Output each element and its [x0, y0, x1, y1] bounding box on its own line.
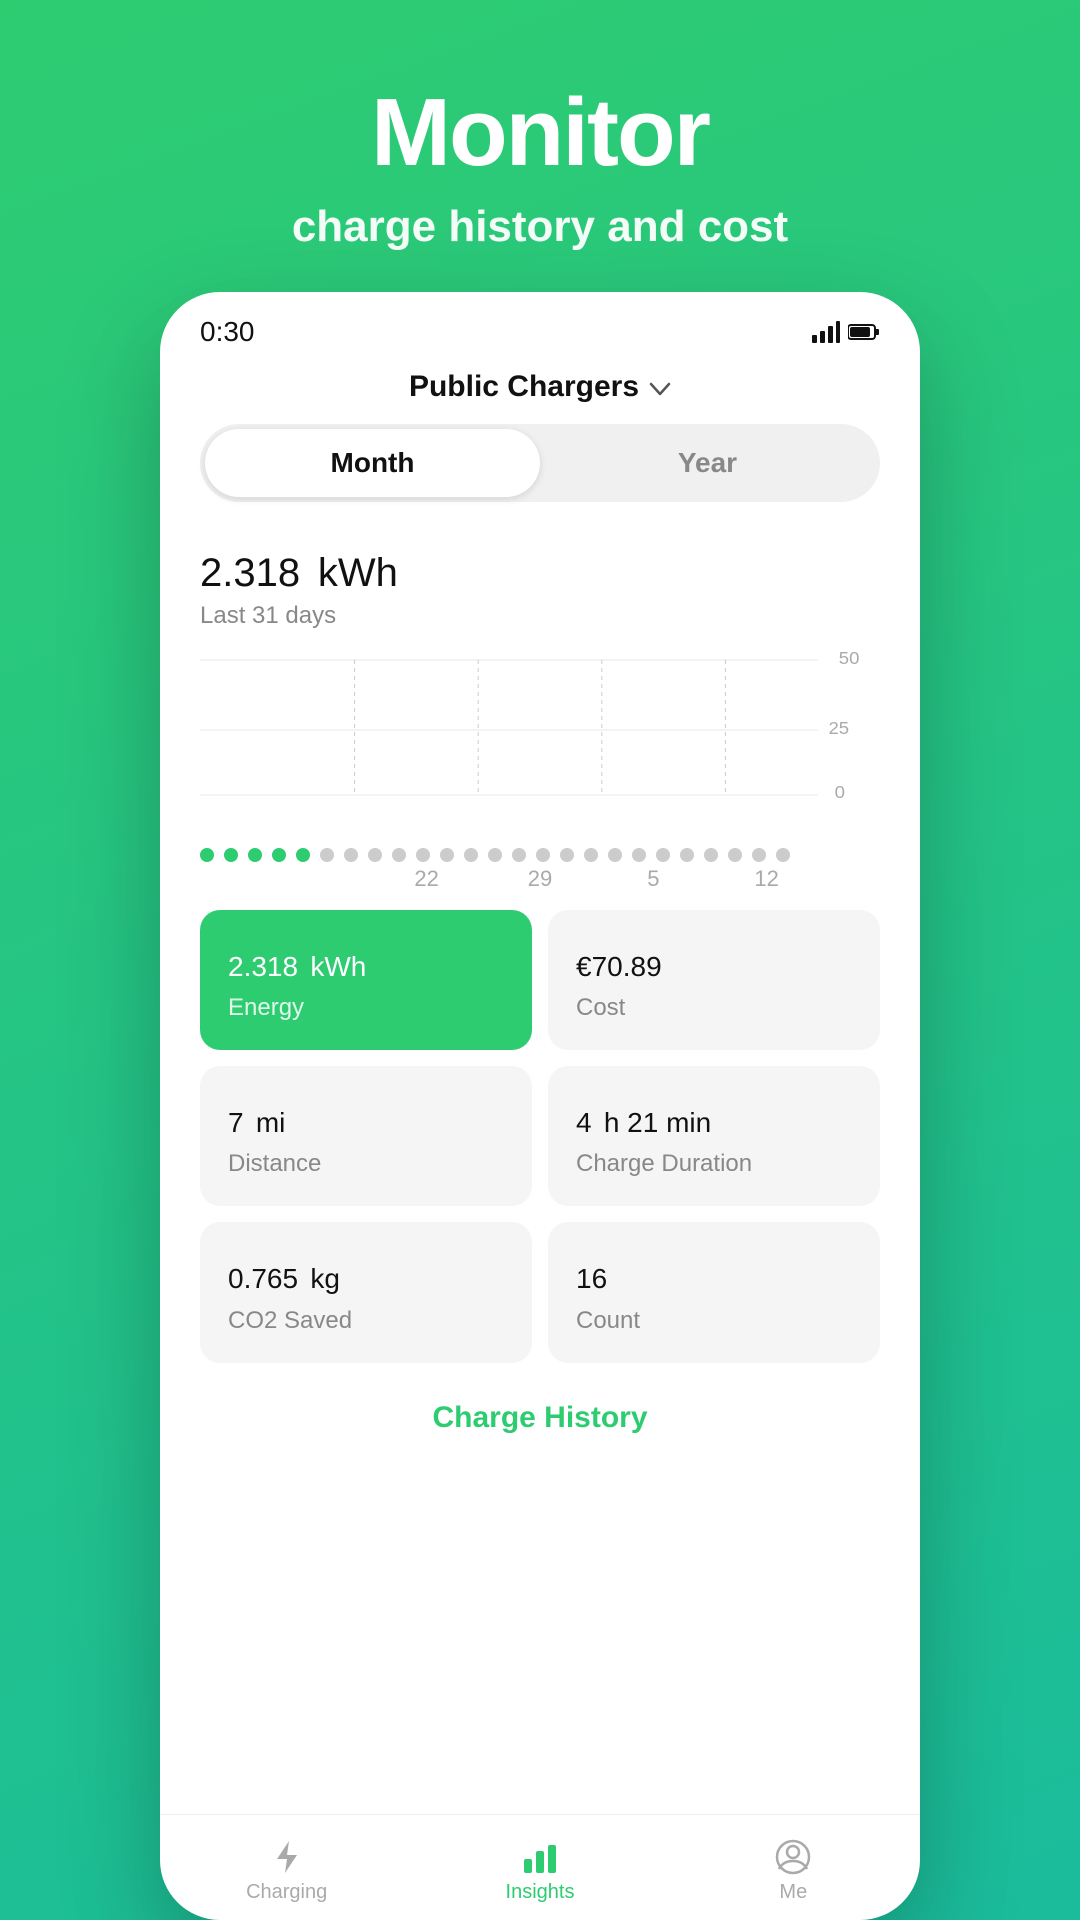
stat-card-energy[interactable]: 2.318 kWh Energy: [200, 910, 532, 1050]
dot-1: [200, 848, 214, 862]
status-time: 0:30: [200, 316, 255, 348]
nav-label-me: Me: [779, 1881, 807, 1904]
dot-4: [272, 848, 286, 862]
tab-month[interactable]: Month: [205, 429, 540, 497]
stat-card-cost[interactable]: €70.89 Cost: [548, 910, 880, 1050]
chevron-down-icon: [649, 370, 671, 404]
dot-2: [224, 848, 238, 862]
stat-card-distance[interactable]: 7 mi Distance: [200, 1066, 532, 1206]
hero-title: Monitor: [292, 80, 788, 186]
phone-frame: 0:30 Public Chargers: [160, 292, 920, 1920]
duration-card-value: 4 h 21 min: [576, 1094, 852, 1142]
chart-dates: 22 29 5 12: [160, 862, 920, 900]
hero-section: Monitor charge history and cost: [292, 0, 788, 292]
tab-year[interactable]: Year: [540, 429, 875, 497]
hero-subtitle: charge history and cost: [292, 202, 788, 252]
bottom-nav: Charging Insights Me: [160, 1814, 920, 1920]
energy-value: 2.318 kWh: [200, 532, 880, 596]
count-card-label: Count: [576, 1307, 852, 1335]
dot-6: [320, 848, 334, 862]
charging-icon: [269, 1839, 305, 1875]
dot-25: [776, 848, 790, 862]
stat-card-duration[interactable]: 4 h 21 min Charge Duration: [548, 1066, 880, 1206]
distance-card-label: Distance: [228, 1150, 504, 1178]
dots-row: [160, 840, 920, 862]
dot-11: [440, 848, 454, 862]
dot-13: [488, 848, 502, 862]
stats-grid: 2.318 kWh Energy €70.89 Cost 7 mi Distan…: [160, 900, 920, 1373]
energy-card-value: 2.318 kWh: [228, 938, 504, 986]
chart-date-22: 22: [370, 866, 483, 892]
stat-card-co2[interactable]: 0.765 kg CO2 Saved: [200, 1222, 532, 1362]
charger-type-label: Public Chargers: [409, 370, 639, 404]
dot-14: [512, 848, 526, 862]
co2-card-value: 0.765 kg: [228, 1250, 504, 1298]
cost-card-value: €70.89: [576, 938, 852, 986]
chart-date-end: [823, 866, 880, 892]
energy-main: 2.318 kWh Last 31 days: [160, 532, 920, 640]
insights-icon: [522, 1839, 558, 1875]
dot-10: [416, 848, 430, 862]
me-icon: [775, 1839, 811, 1875]
cost-card-label: Cost: [576, 994, 852, 1022]
dot-17: [584, 848, 598, 862]
nav-item-charging[interactable]: Charging: [160, 1831, 413, 1912]
dot-22: [704, 848, 718, 862]
dot-23: [728, 848, 742, 862]
chart-container: 50 25 0 kWh: [160, 640, 920, 840]
energy-period: Last 31 days: [200, 602, 880, 630]
charger-selector[interactable]: Public Chargers: [409, 370, 671, 404]
co2-card-label: CO2 Saved: [228, 1307, 504, 1335]
chart-date-29: 29: [483, 866, 596, 892]
charge-history-button[interactable]: Charge History: [160, 1373, 920, 1463]
status-icons: [812, 321, 880, 343]
period-toggle: Month Year: [200, 424, 880, 502]
svg-text:25: 25: [828, 717, 849, 738]
svg-text:0: 0: [835, 781, 845, 800]
battery-icon: [848, 323, 880, 341]
dot-20: [656, 848, 670, 862]
dot-24: [752, 848, 766, 862]
chart-date-12: 12: [710, 866, 823, 892]
count-card-value: 16: [576, 1250, 852, 1298]
duration-card-label: Charge Duration: [576, 1150, 852, 1178]
app-header: Public Chargers: [160, 360, 920, 424]
dot-21: [680, 848, 694, 862]
nav-item-me[interactable]: Me: [667, 1831, 920, 1912]
signal-icon: [812, 321, 840, 343]
dot-19: [632, 848, 646, 862]
svg-text:50: 50: [839, 650, 860, 668]
dot-18: [608, 848, 622, 862]
distance-card-value: 7 mi: [228, 1094, 504, 1142]
chart-svg: 50 25 0 kWh: [200, 650, 880, 800]
nav-label-insights: Insights: [506, 1881, 575, 1904]
dot-5: [296, 848, 310, 862]
stat-card-count[interactable]: 16 Count: [548, 1222, 880, 1362]
dot-7: [344, 848, 358, 862]
chart-date-5: 5: [597, 866, 710, 892]
chart-date-1: [200, 866, 370, 892]
nav-item-insights[interactable]: Insights: [413, 1831, 666, 1912]
status-bar: 0:30: [160, 292, 920, 360]
svg-text:kWh: kWh: [828, 650, 861, 652]
dot-8: [368, 848, 382, 862]
dot-15: [536, 848, 550, 862]
dot-16: [560, 848, 574, 862]
nav-label-charging: Charging: [246, 1881, 327, 1904]
dot-3: [248, 848, 262, 862]
dot-9: [392, 848, 406, 862]
energy-card-label: Energy: [228, 994, 504, 1022]
dot-12: [464, 848, 478, 862]
